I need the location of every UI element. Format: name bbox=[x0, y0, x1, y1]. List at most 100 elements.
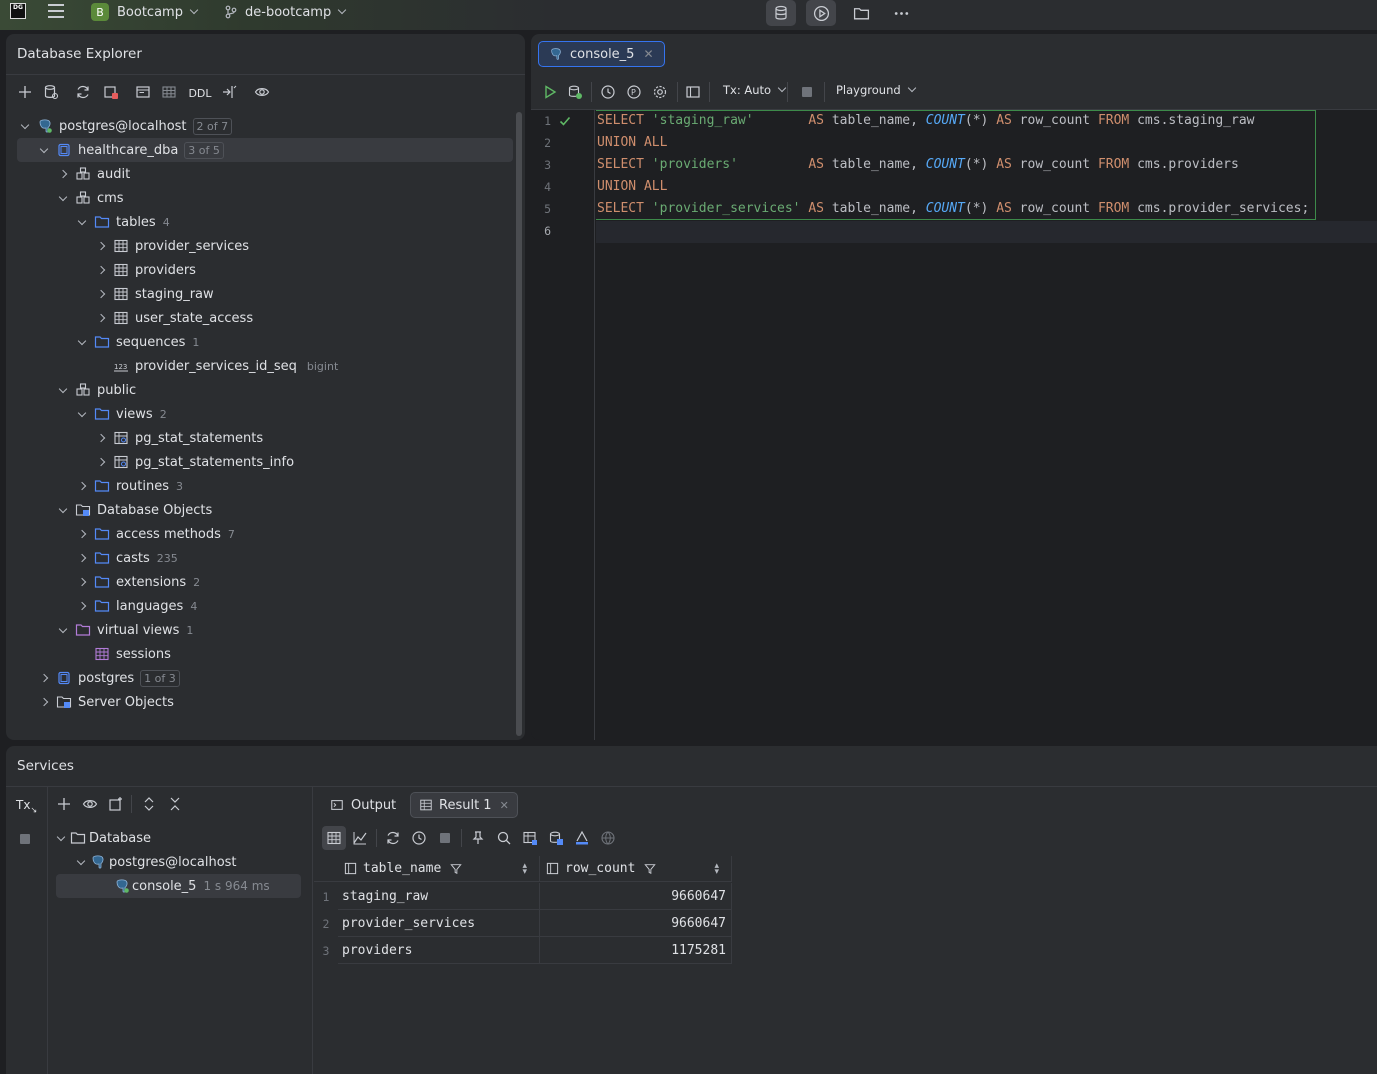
chevron-down-icon[interactable] bbox=[75, 407, 89, 421]
sort-icon[interactable]: ▴ ▾ bbox=[714, 861, 719, 876]
new-tab-icon[interactable] bbox=[107, 795, 125, 813]
chevron-right-icon[interactable] bbox=[37, 695, 51, 709]
more-button[interactable] bbox=[886, 0, 916, 26]
chevron-down-icon[interactable] bbox=[75, 215, 89, 229]
chevron-right-icon[interactable] bbox=[75, 527, 89, 541]
chevron-right-icon[interactable] bbox=[94, 431, 108, 445]
tree-node-provider-services[interactable]: provider_services bbox=[6, 234, 513, 258]
refresh-icon[interactable] bbox=[384, 829, 402, 847]
project-selector[interactable]: B Bootcamp bbox=[91, 0, 199, 24]
tree-node-pg-stat-statements-info[interactable]: pg_stat_statements_info bbox=[6, 450, 513, 474]
history-icon[interactable] bbox=[410, 829, 428, 847]
files-button[interactable] bbox=[846, 0, 876, 26]
tree-node-provider-services-id-seq[interactable]: 123 provider_services_id_seq bigint bbox=[6, 354, 513, 378]
tree-node-providers[interactable]: providers bbox=[6, 258, 513, 282]
cell-row-count[interactable]: 9660647 bbox=[540, 910, 732, 937]
chevron-down-icon[interactable] bbox=[56, 623, 70, 637]
chevron-down-icon[interactable] bbox=[56, 503, 70, 517]
grid-view-icon[interactable] bbox=[325, 829, 343, 847]
tree-node-postgres[interactable]: postgres 1 of 3 bbox=[6, 666, 513, 690]
main-menu-icon[interactable] bbox=[48, 4, 64, 18]
parameters-icon[interactable]: P bbox=[625, 83, 643, 101]
chevron-down-icon[interactable] bbox=[37, 143, 51, 157]
chevron-down-icon[interactable] bbox=[56, 191, 70, 205]
cell-table-name[interactable]: staging_raw bbox=[338, 883, 540, 910]
cell-table-name[interactable]: provider_services bbox=[338, 910, 540, 937]
stop-icon[interactable] bbox=[16, 830, 34, 848]
refresh-icon[interactable] bbox=[74, 83, 92, 101]
chevron-right-icon[interactable] bbox=[37, 671, 51, 685]
column-header-row-count[interactable]: row_count ▴ ▾ bbox=[540, 856, 732, 882]
chevron-right-icon[interactable] bbox=[75, 551, 89, 565]
chevron-down-icon[interactable] bbox=[74, 855, 88, 869]
layout-icon[interactable] bbox=[684, 83, 702, 101]
tree-node-views[interactable]: views 2 bbox=[6, 402, 513, 426]
tree-node-postgres-localhost[interactable]: postgres@localhost 2 of 7 bbox=[6, 114, 513, 138]
execute-icon[interactable] bbox=[541, 83, 559, 101]
tree-node-sessions[interactable]: sessions bbox=[6, 642, 513, 666]
column-header-table-name[interactable]: table_name ▴ ▾ bbox=[338, 856, 540, 882]
chevron-right-icon[interactable] bbox=[94, 455, 108, 469]
chevron-right-icon[interactable] bbox=[56, 167, 70, 181]
globe-icon[interactable] bbox=[599, 829, 617, 847]
disconnect-icon[interactable] bbox=[102, 83, 120, 101]
settings-icon[interactable] bbox=[651, 83, 669, 101]
filter-table-icon[interactable] bbox=[521, 829, 539, 847]
table-view-icon[interactable] bbox=[160, 83, 178, 101]
filter-icon[interactable] bbox=[450, 863, 462, 875]
tree-node-languages[interactable]: languages 4 bbox=[6, 594, 513, 618]
chevron-right-icon[interactable] bbox=[75, 599, 89, 613]
sort-icon[interactable]: ▴ ▾ bbox=[522, 861, 527, 876]
jump-to-editor-icon[interactable] bbox=[220, 83, 238, 101]
chevron-down-icon[interactable] bbox=[56, 383, 70, 397]
cell-row-count[interactable]: 1175281 bbox=[540, 937, 732, 964]
add-icon[interactable] bbox=[55, 795, 73, 813]
tree-node-user-state-access[interactable]: user_state_access bbox=[6, 306, 513, 330]
tab-result-1[interactable]: Result 1 ✕ bbox=[410, 792, 518, 818]
tree-node-database-objects[interactable]: Database Objects bbox=[6, 498, 513, 522]
close-icon[interactable]: ✕ bbox=[643, 47, 653, 61]
cell-row-count[interactable]: 9660647 bbox=[540, 883, 732, 910]
view-options-icon[interactable] bbox=[253, 83, 271, 101]
services-toolwindow-button[interactable] bbox=[806, 0, 836, 26]
chevron-right-icon[interactable] bbox=[94, 263, 108, 277]
chevron-down-icon[interactable] bbox=[18, 119, 32, 133]
pin-icon[interactable] bbox=[469, 829, 487, 847]
tx-button[interactable]: Tx↘ bbox=[16, 798, 37, 814]
add-icon[interactable] bbox=[16, 83, 34, 101]
tree-node-virtual-views[interactable]: virtual views 1 bbox=[6, 618, 513, 642]
mode-dropdown[interactable]: Playground bbox=[836, 83, 916, 97]
collapse-all-icon[interactable] bbox=[166, 795, 184, 813]
chevron-right-icon[interactable] bbox=[94, 287, 108, 301]
search-icon[interactable] bbox=[495, 829, 513, 847]
query-console-icon[interactable] bbox=[134, 83, 152, 101]
stop-icon[interactable] bbox=[798, 83, 816, 101]
chevron-right-icon[interactable] bbox=[94, 311, 108, 325]
service-node-database[interactable]: Database bbox=[54, 826, 306, 850]
chevron-down-icon[interactable] bbox=[54, 831, 68, 845]
tree-node-casts[interactable]: casts 235 bbox=[6, 546, 513, 570]
tree-node-routines[interactable]: routines 3 bbox=[6, 474, 513, 498]
transaction-mode-dropdown[interactable]: Tx: Auto bbox=[723, 83, 787, 97]
tree-node-sequences[interactable]: sequences 1 bbox=[6, 330, 513, 354]
tree-node-tables[interactable]: tables 4 bbox=[6, 210, 513, 234]
data-source-properties-icon[interactable] bbox=[42, 83, 60, 101]
close-icon[interactable]: ✕ bbox=[500, 799, 509, 812]
app-logo-icon[interactable]: DG bbox=[10, 3, 26, 19]
tree-node-staging-raw[interactable]: staging_raw bbox=[6, 282, 513, 306]
stop-icon[interactable] bbox=[436, 829, 454, 847]
ddl-button[interactable]: DDL bbox=[188, 84, 212, 102]
chart-icon[interactable] bbox=[351, 829, 369, 847]
format-icon[interactable] bbox=[573, 829, 591, 847]
tree-node-pg-stat-statements[interactable]: pg_stat_statements bbox=[6, 426, 513, 450]
branch-selector[interactable]: de-bootcamp bbox=[224, 0, 347, 24]
tree-node-healthcare-dba[interactable]: healthcare_dba 3 of 5 bbox=[17, 138, 513, 162]
expand-all-icon[interactable] bbox=[140, 795, 158, 813]
tab-output[interactable]: Output bbox=[322, 792, 404, 818]
chevron-right-icon[interactable] bbox=[75, 479, 89, 493]
chevron-down-icon[interactable] bbox=[75, 335, 89, 349]
tree-node-public[interactable]: public bbox=[6, 378, 513, 402]
database-toolwindow-button[interactable] bbox=[766, 0, 796, 26]
tree-node-server-objects[interactable]: Server Objects bbox=[6, 690, 513, 714]
tree-node-audit[interactable]: audit bbox=[6, 162, 513, 186]
